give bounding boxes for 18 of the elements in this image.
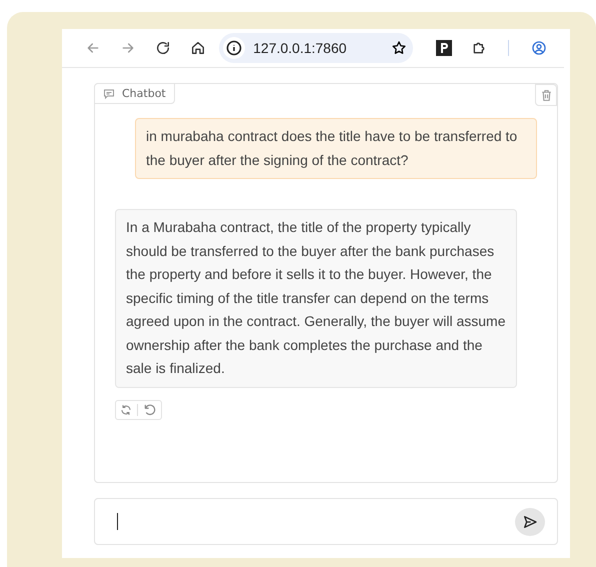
send-icon (522, 514, 538, 530)
bot-message: In a Murabaha contract, the title of the property typically should be transferred to the buyer after the bank purchases the property and before it sells it to the buyer. However, the specific timing of the title transfer can depend on the terms agreed upon in the contract. Generally, the buyer will assume ownership after the bank completes the purchase and the sale is finalized. (115, 209, 517, 388)
chat-icon (103, 88, 115, 100)
user-message: in murabaha contract does the title have to be transferred to the buyer after the signing of the contract? (135, 118, 537, 179)
url-text: 127.0.0.1:7860 (253, 40, 348, 56)
star-icon[interactable] (390, 40, 407, 56)
address-bar[interactable]: 127.0.0.1:7860 (219, 33, 413, 63)
message-input[interactable] (94, 498, 558, 545)
send-button[interactable] (515, 508, 545, 536)
chatbot-title: Chatbot (122, 87, 166, 100)
retry-icon (120, 404, 132, 416)
trash-icon (540, 88, 552, 102)
info-icon[interactable] (223, 37, 246, 59)
undo-icon (143, 402, 157, 416)
extension-badge-icon[interactable] (436, 40, 452, 56)
undo-button[interactable] (143, 402, 157, 416)
retry-button[interactable] (120, 404, 132, 416)
trash-button[interactable] (535, 84, 557, 106)
